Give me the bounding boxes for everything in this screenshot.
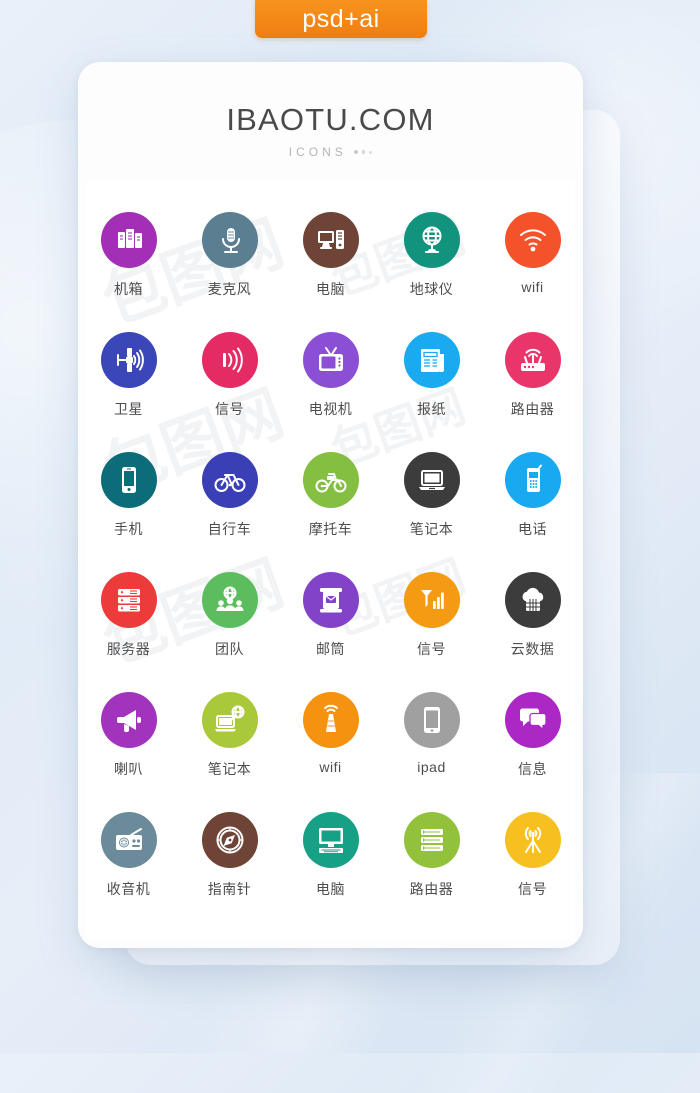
icon-label: 电脑 [316, 881, 345, 897]
icon-label: 路由器 [409, 881, 454, 897]
icon-label: 指南针 [207, 881, 252, 897]
icon-cell[interactable]: 收音机 [78, 812, 179, 908]
icon-cell[interactable]: 地球仪 [381, 212, 482, 308]
icon-cell[interactable]: 机箱 [78, 212, 179, 308]
icon-label: 卫星 [114, 401, 143, 417]
icon-label: 团队 [215, 641, 244, 657]
icon-label: 收音机 [106, 881, 151, 897]
router-icon[interactable] [504, 332, 561, 388]
dots-decoration [353, 150, 373, 154]
icon-cell[interactable]: 信息 [482, 692, 583, 788]
icon-grid: 机箱 麦克风 电脑 地球仪 wifi 卫星 信号 电视机 报纸 路由器 手机 自行车 … [78, 212, 583, 908]
icon-label: 报纸 [417, 401, 446, 417]
icon-cell[interactable]: 电脑 [280, 812, 381, 908]
icon-cell[interactable]: ipad [381, 692, 482, 788]
newspaper-icon[interactable] [403, 332, 460, 388]
monitor-keyboard-icon[interactable] [302, 812, 359, 868]
icon-label: 信号 [215, 401, 244, 417]
cloud-data-icon[interactable] [504, 572, 561, 628]
server-rack-icon[interactable] [100, 572, 157, 628]
icon-label: 笔记本 [207, 761, 252, 777]
mailbox-icon[interactable] [302, 572, 359, 628]
radio-icon[interactable] [100, 812, 157, 868]
signal-tower-icon[interactable] [302, 692, 359, 748]
page-title: IBAOTU.COM [226, 102, 435, 137]
antenna-icon[interactable] [504, 812, 561, 868]
icon-cell[interactable]: 路由器 [381, 812, 482, 908]
satellite-icon[interactable] [100, 332, 157, 388]
icon-label: 自行车 [207, 521, 252, 537]
icon-set-card: 包图网包图网包图网包图网包图网包图网 IBAOTU.COM ICONS 机箱 麦… [78, 62, 583, 948]
icon-cell[interactable]: 路由器 [482, 332, 583, 428]
card-header: IBAOTU.COM ICONS [78, 62, 583, 159]
icon-cell[interactable]: 卫星 [78, 332, 179, 428]
icon-label: 路由器 [510, 401, 555, 417]
icon-label: 机箱 [114, 281, 143, 297]
icon-label: 邮筒 [316, 641, 345, 657]
icon-label: 电视机 [308, 401, 353, 417]
icon-cell[interactable]: 云数据 [482, 572, 583, 668]
server-stack-icon[interactable] [403, 812, 460, 868]
bicycle-icon[interactable] [201, 452, 258, 508]
server-tower-icon[interactable] [100, 212, 157, 268]
icon-label: 麦克风 [207, 281, 252, 297]
megaphone-icon[interactable] [100, 692, 157, 748]
icon-label: 摩托车 [308, 521, 353, 537]
chat-bubbles-icon[interactable] [504, 692, 561, 748]
icon-cell[interactable]: 电话 [482, 452, 583, 548]
icon-label: 信号 [417, 641, 446, 657]
icon-cell[interactable]: 自行车 [179, 452, 280, 548]
icon-label: wifi [319, 759, 342, 775]
icon-label: 地球仪 [409, 281, 454, 297]
icon-cell[interactable]: 信号 [482, 812, 583, 908]
page-subtitle-text: ICONS [288, 145, 347, 159]
icon-label: 信号 [518, 881, 547, 897]
cellphone-icon[interactable] [504, 452, 561, 508]
icon-cell[interactable]: 团队 [179, 572, 280, 668]
icon-cell[interactable]: 笔记本 [381, 452, 482, 548]
icon-cell[interactable]: wifi [280, 692, 381, 788]
motorcycle-icon[interactable] [302, 452, 359, 508]
icon-label: wifi [521, 279, 544, 295]
icon-cell[interactable]: 笔记本 [179, 692, 280, 788]
television-icon[interactable] [302, 332, 359, 388]
icon-label: 喇叭 [114, 761, 143, 777]
icon-cell[interactable]: 信号 [179, 332, 280, 428]
icon-cell[interactable]: 麦克风 [179, 212, 280, 308]
team-globe-icon[interactable] [201, 572, 258, 628]
desktop-computer-icon[interactable] [302, 212, 359, 268]
laptop-icon[interactable] [403, 452, 460, 508]
icon-cell[interactable]: 邮筒 [280, 572, 381, 668]
icon-label: 服务器 [106, 641, 151, 657]
signal-waves-icon[interactable] [201, 332, 258, 388]
icon-cell[interactable]: 喇叭 [78, 692, 179, 788]
icon-label: 手机 [114, 521, 143, 537]
wifi-icon[interactable] [504, 212, 561, 268]
compass-icon[interactable] [201, 812, 258, 868]
format-badge: psd+ai [255, 0, 427, 38]
icon-cell[interactable]: 手机 [78, 452, 179, 548]
icon-label: 云数据 [510, 641, 555, 657]
icon-cell[interactable]: 电视机 [280, 332, 381, 428]
icon-cell[interactable]: 报纸 [381, 332, 482, 428]
icon-cell[interactable]: 摩托车 [280, 452, 381, 548]
icon-cell[interactable]: 服务器 [78, 572, 179, 668]
icon-label: 信息 [518, 761, 547, 777]
icon-cell[interactable]: 信号 [381, 572, 482, 668]
laptop-network-icon[interactable] [201, 692, 258, 748]
smartphone-icon[interactable] [100, 452, 157, 508]
icon-label: 笔记本 [409, 521, 454, 537]
icon-cell[interactable]: 指南针 [179, 812, 280, 908]
icon-cell[interactable]: wifi [482, 212, 583, 308]
icon-cell[interactable]: 电脑 [280, 212, 381, 308]
icon-label: 电话 [518, 521, 547, 537]
icon-label: 电脑 [316, 281, 345, 297]
signal-bars-icon[interactable] [403, 572, 460, 628]
icon-label: ipad [417, 759, 446, 775]
page-subtitle: ICONS [78, 145, 583, 159]
microphone-icon[interactable] [201, 212, 258, 268]
tablet-icon[interactable] [403, 692, 460, 748]
globe-stand-icon[interactable] [403, 212, 460, 268]
